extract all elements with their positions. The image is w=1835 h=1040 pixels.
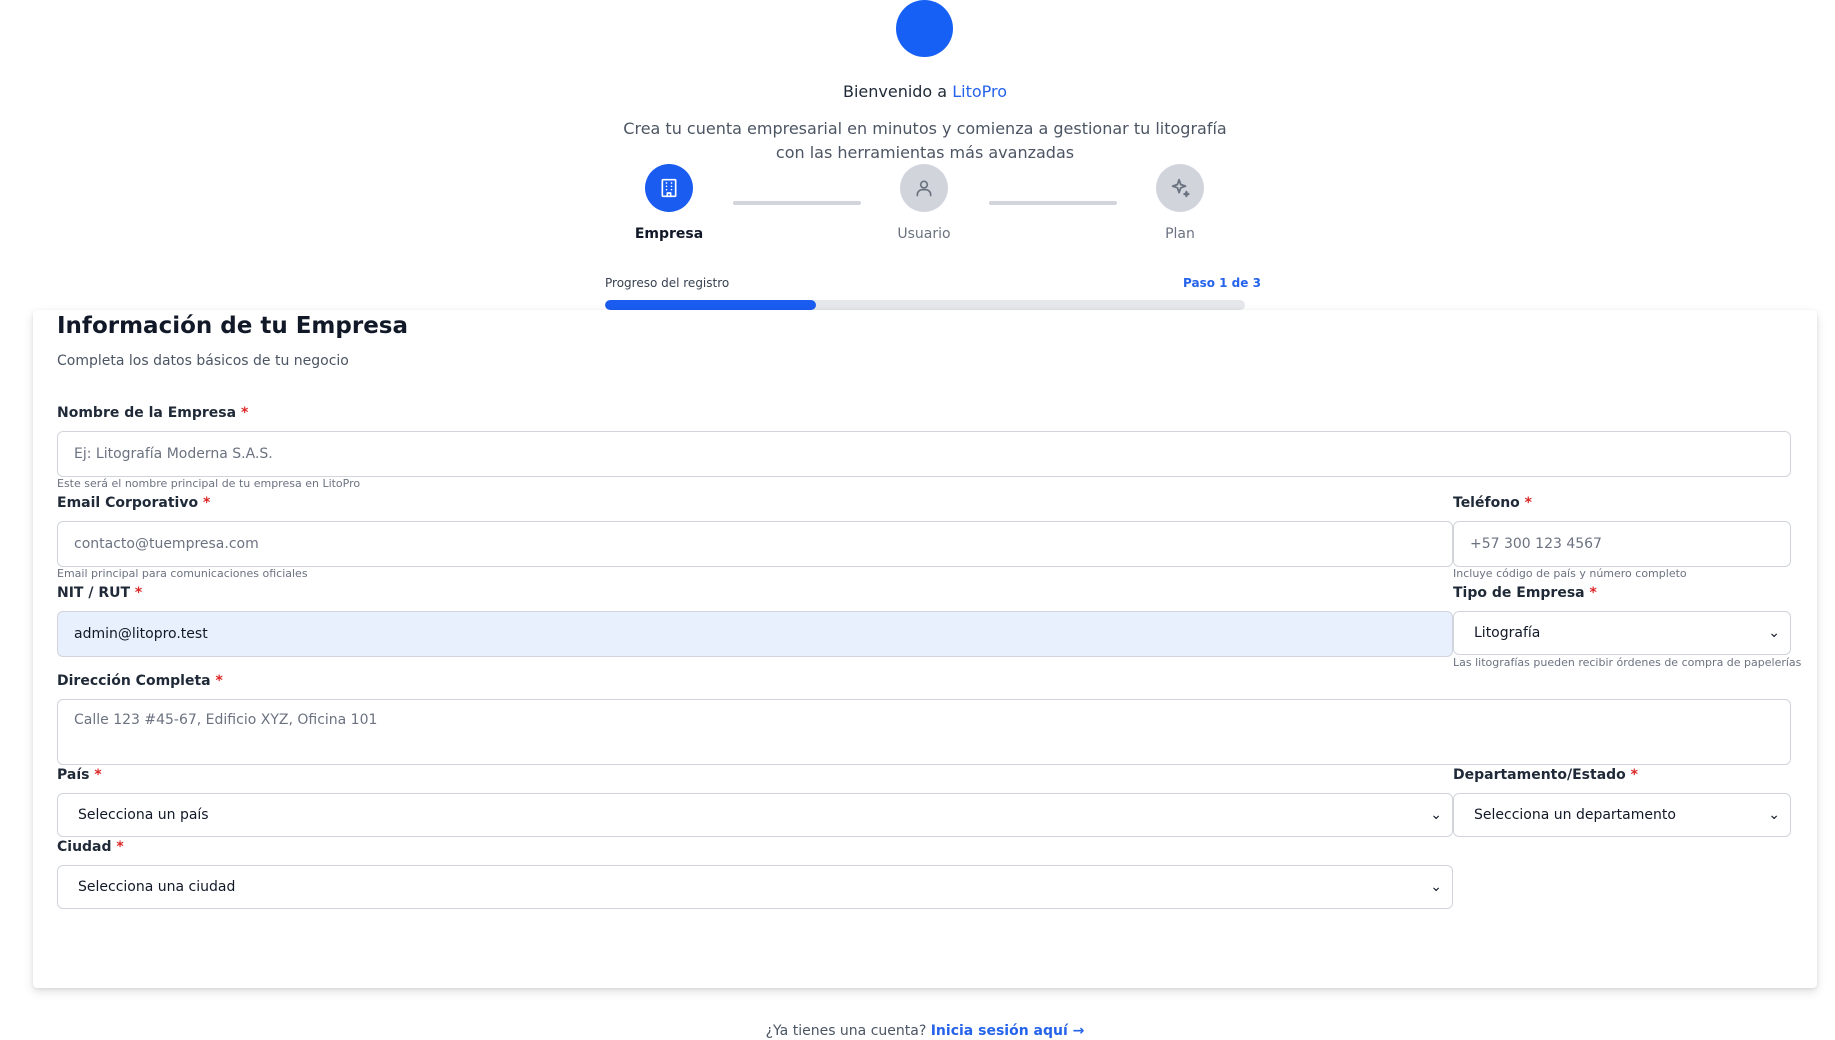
city-select[interactable]: Selecciona una ciudad ⌄ xyxy=(57,865,1453,909)
company-type-hint: Las litografías pueden recibir órdenes d… xyxy=(1453,656,1802,669)
progress-step-indicator: Paso 1 de 3 xyxy=(1183,276,1261,290)
email-label-text: Email Corporativo xyxy=(57,495,199,511)
state-label: Departamento/Estado * xyxy=(1453,767,1638,783)
user-icon xyxy=(900,164,948,212)
nit-input[interactable] xyxy=(57,611,1453,657)
step-label-usuario: Usuario xyxy=(897,226,951,242)
required-mark: * xyxy=(240,405,249,421)
required-mark: * xyxy=(1589,585,1597,601)
state-label-text: Departamento/Estado xyxy=(1453,767,1626,783)
address-label-text: Dirección Completa xyxy=(57,673,211,689)
company-name-label: Nombre de la Empresa * xyxy=(57,405,248,421)
email-input[interactable] xyxy=(57,521,1453,567)
phone-label-text: Teléfono xyxy=(1453,495,1520,511)
welcome-heading: Bienvenido a LitoPro xyxy=(0,82,1835,101)
step-label-empresa: Empresa xyxy=(634,226,704,242)
country-value: Selecciona un país xyxy=(78,807,209,823)
phone-label: Teléfono * xyxy=(1453,495,1532,511)
progress-fill xyxy=(605,300,817,310)
step-label-plan: Plan xyxy=(1165,226,1195,242)
chevron-down-icon: ⌄ xyxy=(1430,879,1442,895)
company-name-hint: Este será el nombre principal de tu empr… xyxy=(57,477,361,490)
chevron-down-icon: ⌄ xyxy=(1430,807,1442,823)
required-mark: * xyxy=(202,495,211,511)
welcome-prefix: Bienvenido a xyxy=(842,82,953,101)
chevron-down-icon: ⌄ xyxy=(1768,625,1780,641)
brand-name: LitoPro xyxy=(952,82,1008,101)
country-select[interactable]: Selecciona un país ⌄ xyxy=(57,793,1453,837)
phone-input[interactable] xyxy=(1453,521,1791,567)
city-label: Ciudad * xyxy=(57,839,124,855)
country-label: País * xyxy=(57,767,102,783)
logo xyxy=(896,0,953,57)
step-plan[interactable]: Plan xyxy=(1120,164,1240,242)
step-connector xyxy=(989,201,1117,205)
required-mark: * xyxy=(116,839,124,855)
required-mark: * xyxy=(134,585,143,601)
login-prompt: ¿Ya tienes una cuenta? Inicia sesión aqu… xyxy=(0,1023,1835,1039)
country-label-text: País xyxy=(57,767,90,783)
progress-label: Progreso del registro xyxy=(605,276,730,290)
state-value: Selecciona un departamento xyxy=(1474,807,1676,823)
company-name-label-text: Nombre de la Empresa xyxy=(57,405,237,421)
login-link[interactable]: Inicia sesión aquí → xyxy=(931,1023,1085,1039)
email-label: Email Corporativo * xyxy=(57,495,210,511)
address-label: Dirección Completa * xyxy=(57,673,223,689)
nit-label-text: NIT / RUT xyxy=(57,585,131,601)
progress-bar xyxy=(605,300,1245,310)
step-usuario[interactable]: Usuario xyxy=(864,164,984,242)
form-description: Completa los datos básicos de tu negocio xyxy=(57,353,349,369)
welcome-subtitle: Crea tu cuenta empresarial en minutos y … xyxy=(623,119,1227,162)
state-select[interactable]: Selecciona un departamento ⌄ xyxy=(1453,793,1791,837)
company-type-value: Litografía xyxy=(1474,625,1541,641)
phone-hint: Incluye código de país y número completo xyxy=(1453,567,1687,580)
nit-label: NIT / RUT * xyxy=(57,585,142,601)
city-value: Selecciona una ciudad xyxy=(78,879,236,895)
step-connector xyxy=(733,201,861,205)
address-textarea[interactable] xyxy=(57,699,1791,765)
company-type-label: Tipo de Empresa * xyxy=(1453,585,1597,601)
sparkles-icon xyxy=(1156,164,1204,212)
company-type-select[interactable]: Litografía ⌄ xyxy=(1453,611,1791,655)
email-hint: Email principal para comunicaciones ofic… xyxy=(57,567,308,580)
form-title: Información de tu Empresa xyxy=(57,313,409,339)
company-name-input[interactable] xyxy=(57,431,1791,477)
city-label-text: Ciudad xyxy=(57,839,112,855)
required-mark: * xyxy=(1630,767,1638,783)
company-type-label-text: Tipo de Empresa xyxy=(1453,585,1585,601)
required-mark: * xyxy=(215,673,223,689)
chevron-down-icon: ⌄ xyxy=(1768,807,1780,823)
building-icon xyxy=(645,164,693,212)
login-question: ¿Ya tienes una cuenta? xyxy=(765,1023,931,1039)
required-mark: * xyxy=(94,767,102,783)
required-mark: * xyxy=(1524,495,1532,511)
step-empresa[interactable]: Empresa xyxy=(609,164,729,242)
